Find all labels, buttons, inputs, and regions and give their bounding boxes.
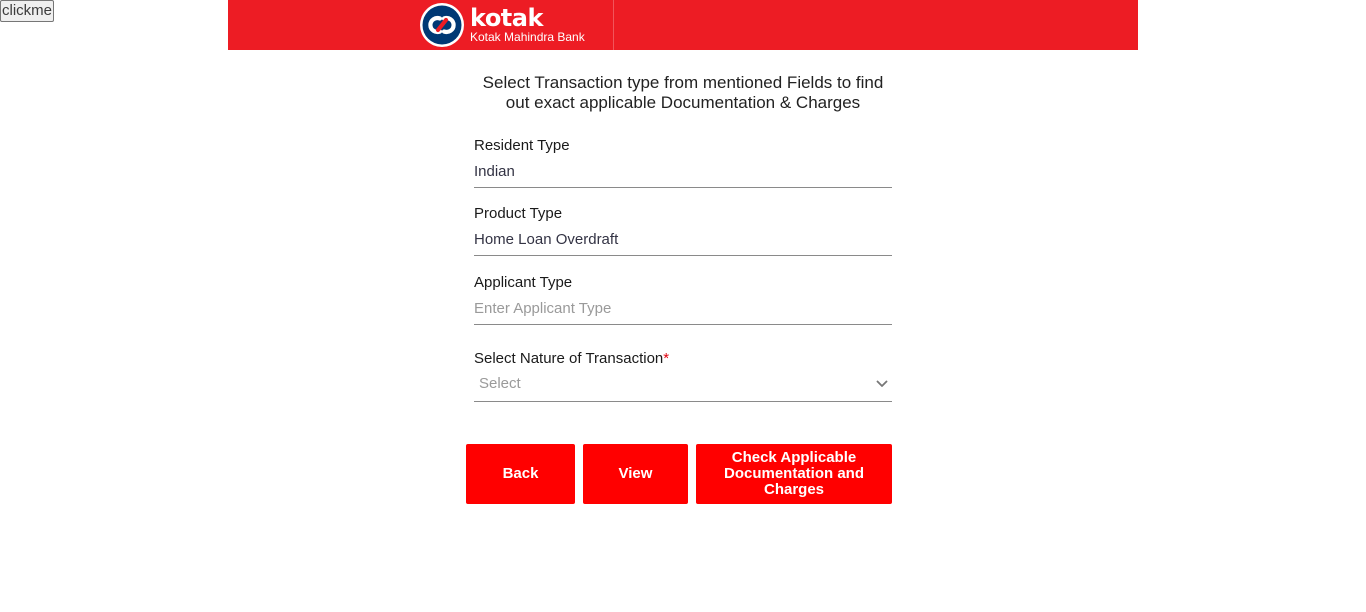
header-bar: kotak Kotak Mahindra Bank bbox=[228, 0, 1138, 50]
resident-type-field: Resident Type Indian bbox=[474, 137, 892, 188]
header-divider bbox=[613, 0, 614, 50]
brand-wordmark: kotak bbox=[470, 4, 543, 32]
nature-of-transaction-label-text: Select Nature of Transaction bbox=[474, 350, 664, 367]
clickme-button[interactable]: clickme bbox=[0, 0, 55, 22]
resident-type-value: Indian bbox=[474, 163, 892, 188]
check-documentation-charges-button[interactable]: Check Applicable Documentation and Charg… bbox=[696, 444, 892, 504]
nature-of-transaction-label: Select Nature of Transaction* bbox=[474, 350, 892, 368]
nature-of-transaction-select[interactable]: Select bbox=[474, 375, 892, 402]
product-type-label: Product Type bbox=[474, 205, 563, 222]
required-asterisk: * bbox=[663, 350, 670, 367]
applicant-type-input[interactable] bbox=[474, 300, 892, 325]
nature-of-transaction-field: Select Nature of Transaction* Select bbox=[474, 350, 892, 402]
kotak-infinity-logo-icon bbox=[420, 3, 464, 47]
brand-subtitle: Kotak Mahindra Bank bbox=[470, 30, 585, 44]
resident-type-label: Resident Type bbox=[474, 137, 570, 154]
intro-instructions: Select Transaction type from mentioned F… bbox=[482, 73, 884, 112]
applicant-type-label: Applicant Type bbox=[474, 274, 573, 291]
chevron-down-icon[interactable] bbox=[876, 380, 888, 388]
applicant-type-field: Applicant Type bbox=[474, 274, 892, 325]
view-button[interactable]: View bbox=[583, 444, 688, 504]
product-type-field: Product Type Home Loan Overdraft bbox=[474, 205, 892, 256]
back-button[interactable]: Back bbox=[466, 444, 575, 504]
product-type-value: Home Loan Overdraft bbox=[474, 231, 892, 256]
kotak-logo[interactable]: kotak Kotak Mahindra Bank bbox=[419, 3, 585, 47]
nature-of-transaction-selected-value: Select bbox=[479, 375, 521, 392]
